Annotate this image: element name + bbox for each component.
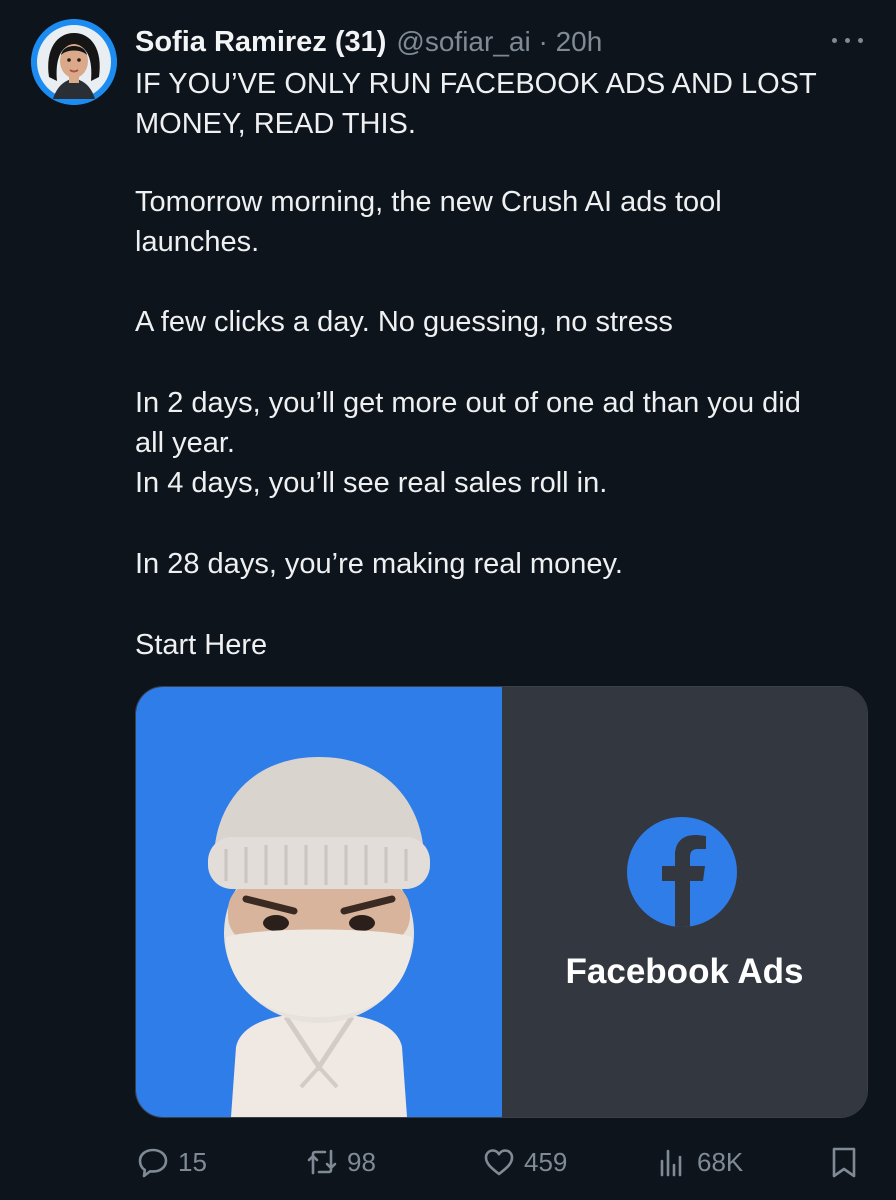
post-line: In 2 days, you’ll get more out of one ad… [135,387,801,419]
facebook-ads-panel: Facebook Ads [502,687,867,1117]
post-line: Start Here [135,629,268,661]
separator-dot: · [538,26,548,57]
avatar-portrait [31,19,117,105]
post-header: Sofia Ramirez (31) @sofiar_ai · 20h [135,24,602,60]
reply-button[interactable]: 15 [136,1140,207,1184]
post-action-bar: 15 98 459 68K [0,1140,896,1184]
author-name[interactable]: Sofia Ramirez (31) [135,26,386,59]
heart-icon [484,1149,514,1176]
author-avatar[interactable] [31,19,117,105]
repost-button[interactable]: 98 [305,1140,376,1184]
post-media-image[interactable]: Facebook Ads [135,686,868,1118]
handle-text: @sofiar_ai [396,26,531,57]
repost-icon [307,1149,337,1175]
reply-icon [138,1148,168,1178]
post-line: In 4 days, you’ll see real sales roll in… [135,467,608,499]
reply-count: 15 [178,1146,207,1177]
like-count: 459 [524,1146,568,1177]
post-line: In 28 days, you’re making real money. [135,548,623,580]
author-handle[interactable]: @sofiar_ai · 20h [396,26,602,58]
views-count: 68K [697,1146,744,1177]
ninja-mascot-illustration [208,757,430,1117]
bookmark-button[interactable] [829,1140,867,1184]
more-options-icon[interactable] [828,28,868,52]
like-button[interactable]: 459 [482,1140,567,1184]
repost-count: 98 [347,1146,376,1177]
post-line: A few clicks a day. No guessing, no stre… [135,306,673,338]
views-chart-icon [660,1149,682,1177]
post-line: MONEY, READ THIS. [135,108,416,140]
post-time[interactable]: 20h [556,26,603,57]
post-line: IF YOU’VE ONLY RUN FACEBOOK ADS AND LOST [135,68,817,100]
ninja-mascot-panel [136,687,502,1117]
facebook-ads-title: Facebook Ads [565,952,804,991]
facebook-logo-icon [627,817,737,927]
views-button[interactable]: 68K [655,1140,743,1184]
post-line: launches. [135,226,260,258]
post-line: Tomorrow morning, the new Crush AI ads t… [135,186,722,218]
bookmark-icon [832,1147,856,1178]
post-line: all year. [135,427,235,459]
